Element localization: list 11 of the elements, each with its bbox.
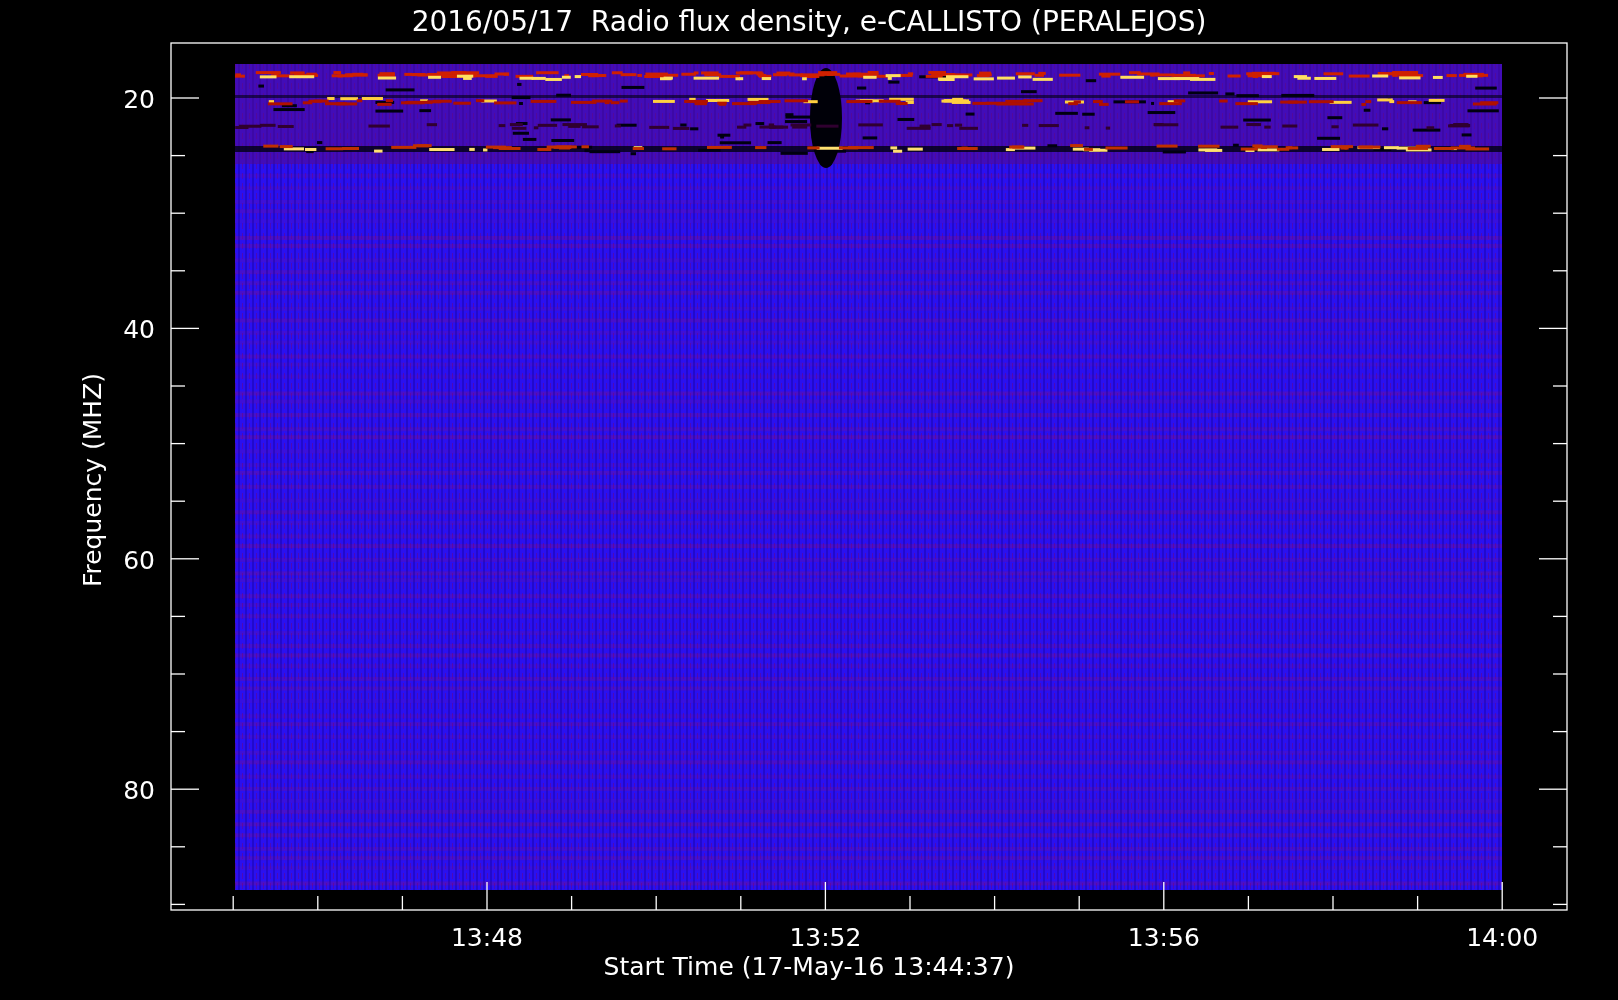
x-tick-label: 13:48 xyxy=(451,923,523,952)
x-tick-label: 13:52 xyxy=(789,923,862,952)
y-tick-label: 20 xyxy=(123,85,155,114)
x-axis-label: Start Time (17-May-16 13:44:37) xyxy=(603,952,1015,981)
chart-title: 2016/05/17 Radio flux density, e-CALLISTO (PERALEJOS) xyxy=(411,5,1207,38)
y-tick-label: 80 xyxy=(123,776,155,806)
y-axis-label: Frequency (MHZ) xyxy=(78,372,107,588)
x-tick-label: 14:00 xyxy=(1466,923,1539,952)
x-tick-label: 13:56 xyxy=(1127,923,1200,952)
y-tick-label: 40 xyxy=(123,315,155,345)
y-tick-label: 60 xyxy=(123,545,155,575)
